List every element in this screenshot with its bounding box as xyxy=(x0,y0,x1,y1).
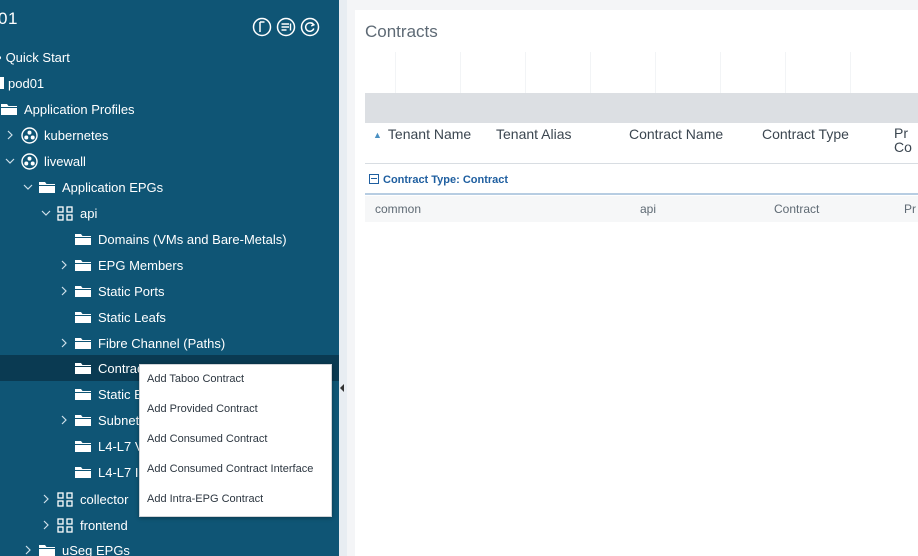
context-menu: Add Taboo Contract Add Provided Contract… xyxy=(139,364,332,517)
menu-item-add-consumed-contract-interface[interactable]: Add Consumed Contract Interface xyxy=(147,463,313,475)
cell-tenant-name: common xyxy=(375,202,422,216)
group-row[interactable]: Contract Type: Contract xyxy=(365,173,918,195)
tree-item-label: Application EPGs xyxy=(62,179,164,195)
tree-item-label: EPG Members xyxy=(98,257,184,273)
chevron-right-icon[interactable] xyxy=(58,285,70,297)
column-header-tenant-alias[interactable]: Tenant Alias xyxy=(496,126,572,142)
tree-item-useg-epgs[interactable]: uSeg EPGs xyxy=(0,537,339,556)
folder-icon xyxy=(38,180,56,194)
history-icon[interactable] xyxy=(252,17,272,37)
epg-icon xyxy=(56,517,74,533)
tree-item-domains[interactable]: Domains (VMs and Bare-Metals) xyxy=(0,226,339,252)
tree-item-api[interactable]: api xyxy=(0,200,339,226)
tree-item-quick-start[interactable]: • Quick Start xyxy=(0,44,339,70)
tree-item-label: frontend xyxy=(80,517,128,533)
column-header-contract-name[interactable]: Contract Name xyxy=(629,126,723,142)
chevron-right-icon[interactable] xyxy=(40,519,52,531)
tree-item-label: collector xyxy=(80,491,129,507)
tenant-icon xyxy=(20,126,38,144)
tree-item-label: api xyxy=(80,205,98,221)
pod-icon xyxy=(0,76,8,90)
tree-item-label: uSeg EPGs xyxy=(62,542,130,556)
folder-icon xyxy=(74,465,92,479)
tree-item-kubernetes[interactable]: kubernetes xyxy=(0,122,339,148)
cell-contract-type: Contract xyxy=(774,202,820,216)
tree-item-label: Application Profiles xyxy=(24,101,135,117)
folder-icon xyxy=(74,387,92,401)
chevron-right-icon[interactable] xyxy=(40,493,52,505)
folder-icon xyxy=(38,543,56,556)
menu-item-add-taboo-contract[interactable]: Add Taboo Contract xyxy=(147,373,244,385)
menu-item-add-consumed-contract[interactable]: Add Consumed Contract xyxy=(147,433,267,445)
tree-item-static-ports[interactable]: Static Ports xyxy=(0,278,339,304)
main-content: Contracts ▲ Tenant Name Tenant Alias Cont… xyxy=(347,0,918,556)
folder-icon xyxy=(74,232,92,246)
column-header-provider[interactable]: Pr Co xyxy=(894,126,912,154)
sidebar-title: 01 xyxy=(0,9,18,28)
folder-icon xyxy=(74,284,92,298)
page-title: Contracts xyxy=(365,22,438,41)
tree-item-label: L4-L7 V xyxy=(98,438,144,454)
tree-item-label: Static Leafs xyxy=(98,309,166,325)
contracts-panel: Contracts ▲ Tenant Name Tenant Alias Cont… xyxy=(355,10,918,556)
column-header-tenant-name[interactable]: ▲ Tenant Name xyxy=(373,126,471,142)
table-row[interactable]: common api Contract Pr xyxy=(365,196,918,222)
folder-icon xyxy=(74,361,92,375)
tree-item-label: pod01 xyxy=(8,75,45,91)
cell-provider: Pr xyxy=(904,202,916,216)
epg-icon xyxy=(56,491,74,507)
folder-icon xyxy=(74,258,92,272)
menu-item-add-intra-epg-contract[interactable]: Add Intra-EPG Contract xyxy=(147,493,263,505)
chevron-down-icon[interactable] xyxy=(22,181,34,193)
tree-item-label: Static E xyxy=(98,386,143,402)
filter-list-icon[interactable] xyxy=(276,17,296,37)
chevron-right-icon[interactable] xyxy=(22,544,34,556)
table-header: ▲ Tenant Name Tenant Alias Contract Name … xyxy=(365,123,918,164)
folder-icon xyxy=(74,310,92,324)
chevron-right-icon[interactable] xyxy=(58,414,70,426)
tree-item-livewall[interactable]: livewall xyxy=(0,148,339,174)
chevron-right-icon[interactable] xyxy=(4,129,16,141)
bullet-icon: • xyxy=(0,50,2,65)
table-toolbar xyxy=(365,93,918,123)
chevron-right-icon[interactable] xyxy=(58,337,70,349)
column-header-contract-type[interactable]: Contract Type xyxy=(762,126,849,142)
chevron-down-icon[interactable] xyxy=(40,207,52,219)
folder-icon xyxy=(74,336,92,350)
tree-item-application-profiles[interactable]: Application Profiles xyxy=(0,96,339,122)
tree-item-label: livewall xyxy=(44,153,86,169)
refresh-icon[interactable] xyxy=(300,17,320,37)
toolbar-area xyxy=(395,52,915,98)
tree-item-label: Domains (VMs and Bare-Metals) xyxy=(98,231,287,247)
folder-icon xyxy=(74,413,92,427)
tree-item-pod01[interactable]: pod01 xyxy=(0,70,339,96)
tree-item-epg-members[interactable]: EPG Members xyxy=(0,252,339,278)
tree-item-application-epgs[interactable]: Application EPGs xyxy=(0,174,339,200)
collapse-arrow-icon[interactable] xyxy=(339,383,345,393)
tree-item-label: kubernetes xyxy=(44,127,109,143)
tree-item-label: Fibre Channel (Paths) xyxy=(98,335,226,351)
sort-ascending-icon: ▲ xyxy=(373,130,382,140)
tenant-icon xyxy=(20,152,38,170)
collapse-group-icon[interactable] xyxy=(369,174,379,184)
tree-item-fibre-channel[interactable]: Fibre Channel (Paths) xyxy=(0,330,339,356)
menu-item-add-provided-contract[interactable]: Add Provided Contract xyxy=(147,403,258,415)
cell-contract-name: api xyxy=(640,202,657,216)
tree-item-static-leafs[interactable]: Static Leafs xyxy=(0,304,339,330)
pane-divider[interactable] xyxy=(339,0,347,556)
chevron-down-icon[interactable] xyxy=(4,155,16,167)
tree-item-label: L4-L7 I xyxy=(98,464,139,480)
chevron-right-icon[interactable] xyxy=(58,259,70,271)
sidebar-actions xyxy=(252,17,320,37)
tree-item-label: Static Ports xyxy=(98,283,165,299)
folder-icon xyxy=(0,102,18,116)
tree-item-label: Quick Start xyxy=(5,49,70,65)
epg-icon xyxy=(56,205,74,221)
folder-icon xyxy=(74,439,92,453)
